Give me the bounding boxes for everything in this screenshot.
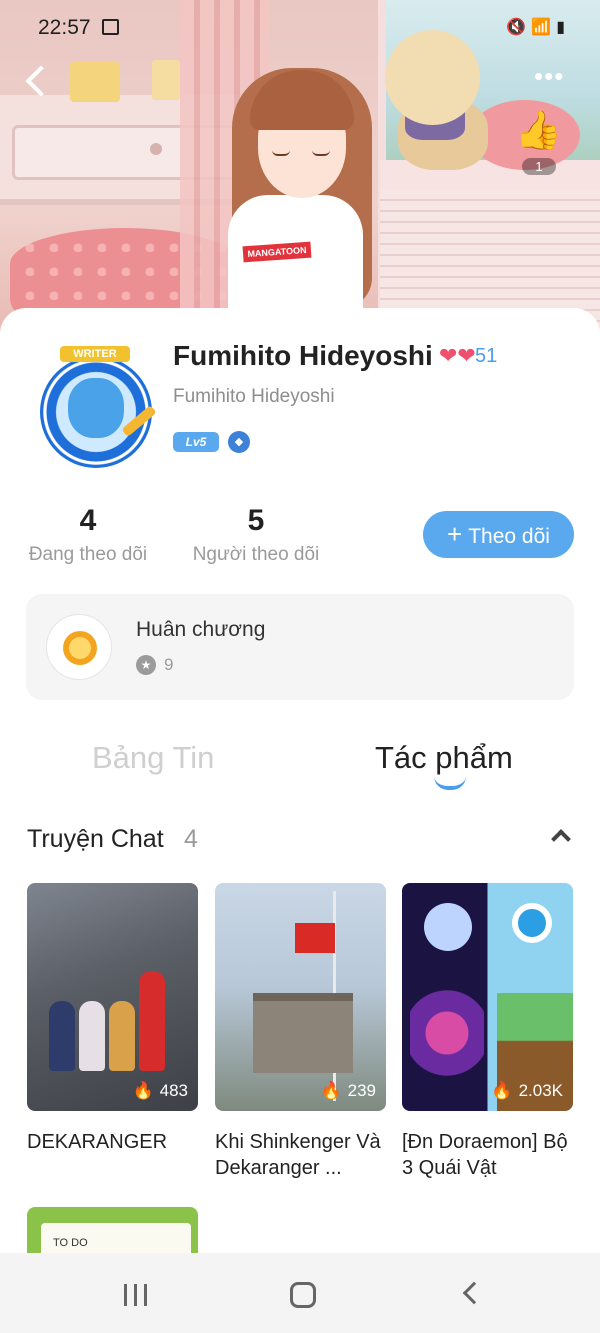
fire-icon: 🔥: [491, 1081, 513, 1100]
like-button[interactable]: 👍 1: [514, 108, 564, 188]
following-stat[interactable]: 4 Đang theo dõi: [26, 504, 150, 566]
profile-name: Fumihito Hideyoshi: [173, 340, 433, 371]
diamond-badge-icon[interactable]: ◆: [228, 431, 250, 453]
story-title: [Đn Doraemon] Bộ 3 Quái Vật: [402, 1131, 568, 1179]
status-icons: 🔇📶▮: [506, 17, 570, 37]
drawer-knob: [150, 143, 162, 155]
system-navigation-bar: [0, 1253, 600, 1333]
medals-title: Huân chương: [136, 618, 266, 641]
plus-icon: +: [447, 519, 463, 549]
followers-count: 5: [247, 504, 265, 537]
avatar[interactable]: WRITER: [28, 346, 164, 472]
hearts-count: 51: [475, 345, 498, 367]
image-icon: [102, 19, 119, 35]
fire-icon: 🔥: [320, 1081, 342, 1100]
medals-count: 9: [164, 655, 174, 674]
story-thumbnail: 🔥 239: [215, 883, 386, 1111]
battery-icon: ▮: [556, 19, 570, 36]
view-count: 🔥 483: [132, 1081, 188, 1100]
back-icon[interactable]: [462, 1281, 486, 1305]
medals-panel[interactable]: Huân chương ★ 9: [26, 594, 574, 700]
star-icon: ★: [136, 655, 156, 675]
story-card[interactable]: 🔥 483 DEKARANGER: [27, 883, 198, 1155]
mute-icon: 🔇: [506, 19, 532, 36]
view-count: 🔥 239: [320, 1081, 376, 1100]
section-count: 4: [184, 825, 198, 853]
back-button[interactable]: [22, 62, 52, 102]
level-badge[interactable]: Lv5: [173, 432, 219, 452]
person-figure: [109, 1001, 135, 1071]
status-time: 22:57: [38, 16, 91, 39]
home-icon[interactable]: [290, 1282, 316, 1308]
view-count: 🔥 2.03K: [491, 1081, 563, 1100]
profile-username: Fumihito Hideyoshi: [173, 386, 335, 407]
thumbs-up-icon: 👍: [515, 110, 563, 152]
story-thumbnail: 🔥 2.03K: [402, 883, 573, 1111]
avatar-image: [68, 378, 124, 438]
recent-apps-icon[interactable]: [122, 1284, 150, 1306]
story-title: Khi Shinkenger Và Dekaranger ...: [215, 1131, 381, 1179]
followers-stat[interactable]: 5 Người theo dõi: [190, 504, 322, 566]
mausoleum: [253, 993, 353, 1073]
writer-banner: WRITER: [60, 346, 130, 362]
person-figure: [139, 971, 165, 1071]
flag: [295, 923, 335, 953]
hearts-icon: ❤❤: [439, 343, 476, 368]
follow-button[interactable]: + Theo dõi: [423, 511, 574, 558]
fire-icon: 🔥: [132, 1081, 154, 1100]
tab-news-feed[interactable]: Bảng Tin: [92, 740, 214, 776]
story-title: DEKARANGER: [27, 1131, 168, 1153]
like-count: 1: [522, 158, 556, 175]
person-figure: [79, 1001, 105, 1071]
story-thumbnail: 🔥 483: [27, 883, 198, 1111]
magic-circle: [410, 973, 484, 1093]
person-figure: [49, 1001, 75, 1071]
gift-box: [70, 62, 120, 102]
follow-button-label: Theo dõi: [468, 525, 550, 548]
moon: [424, 903, 472, 951]
thumbnail-text: TO DO: [53, 1237, 88, 1249]
doraemon-head: [512, 903, 552, 943]
wifi-icon: 📶: [531, 19, 557, 36]
more-options-button[interactable]: •••: [534, 63, 574, 90]
jar: [152, 60, 180, 100]
medal-icon: [46, 614, 112, 680]
story-card[interactable]: 🔥 239 Khi Shinkenger Và Dekaranger ...: [215, 883, 386, 1181]
following-count: 4: [79, 504, 97, 537]
status-bar: 22:57 🔇📶▮: [0, 0, 600, 52]
story-card[interactable]: 🔥 2.03K [Đn Doraemon] Bộ 3 Quái Vật: [402, 883, 573, 1181]
followers-label: Người theo dõi: [192, 544, 320, 565]
following-label: Đang theo dõi: [28, 544, 148, 565]
section-title: Truyện Chat: [27, 825, 164, 853]
tab-works[interactable]: Tác phẩm: [375, 740, 513, 776]
